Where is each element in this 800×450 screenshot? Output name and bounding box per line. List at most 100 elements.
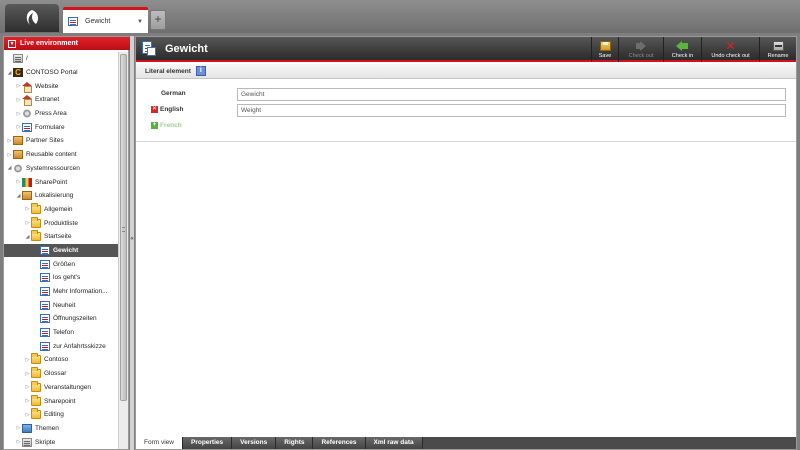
tree-item-label: Neuheit [53,301,76,309]
folder-icon [31,408,41,420]
expanded-toggle-icon[interactable]: ◢ [15,193,22,199]
doc-icon [40,245,50,255]
tree-item[interactable]: ▷ Skripte [4,435,118,449]
collapsed-toggle-icon[interactable]: ▷ [6,138,13,144]
tree-item-label: CONTOSO Portal [26,69,78,77]
tree-item[interactable]: ▷ Website [4,79,118,93]
expanded-toggle-icon[interactable]: ◢ [6,165,13,171]
tab-references[interactable]: References [313,437,366,449]
doc-icon [40,341,50,351]
tree-item[interactable]: Größen [4,257,118,271]
expanded-toggle-icon[interactable]: ◢ [6,70,13,76]
info-icon[interactable]: i [195,66,206,76]
tab-xml-raw-data[interactable]: Xml raw data [365,437,423,449]
document-tab-label: Gewicht [85,18,111,25]
tree-item[interactable]: ◢ C CONTOSO Portal [4,66,118,80]
scroll-thumb[interactable] [120,54,127,401]
tab-form-view[interactable]: Form view [136,437,183,449]
app-menu-button[interactable] [5,4,59,32]
panel-splitter[interactable]: « [130,36,134,450]
tree-item[interactable]: ▷ Formulare [4,120,118,134]
tree-item[interactable]: Öffnungszeiten [4,312,118,326]
collapsed-toggle-icon[interactable]: ▷ [15,111,22,117]
folder-icon [31,202,41,214]
tree-item[interactable]: ▷ Glossar [4,367,118,381]
english-field[interactable] [237,104,786,117]
tree-item[interactable]: ▷ Editing [4,408,118,422]
collapsed-toggle-icon[interactable]: ▷ [15,97,22,103]
undo-check-out-button[interactable]: ✕ Undo check out [701,37,759,62]
tree-item[interactable]: los geht's [4,271,118,285]
collapsed-toggle-icon[interactable]: ▷ [24,220,31,226]
field-label-french[interactable]: French [160,122,230,129]
collapsed-toggle-icon[interactable]: ▷ [24,398,31,404]
folder-icon [31,353,41,365]
tree-item[interactable]: ▷ Contoso [4,353,118,367]
document-icon [68,17,78,26]
tree-item[interactable]: ▷ Reusable content [4,148,118,162]
tree-item[interactable]: ▷ Sharepoint [4,394,118,408]
tree-item[interactable]: ▷ Themen [4,422,118,436]
tree-item[interactable]: ▷ Extranet [4,93,118,107]
rename-button[interactable]: Rename [759,37,796,62]
collapsed-toggle-icon[interactable]: ▷ [15,124,22,130]
collapsed-toggle-icon[interactable]: ▷ [15,83,22,89]
chevron-left-icon[interactable]: « [130,236,134,242]
brand-icon: C [13,68,23,78]
field-row-english: ✕ English [136,103,796,119]
tab-properties[interactable]: Properties [182,437,233,449]
tree-item-label: Contoso [44,356,69,364]
save-button[interactable]: Save [591,37,618,62]
tree-item-label: Produktliste [44,219,78,227]
tree-item[interactable]: Gewicht [4,243,118,258]
tree-item-label: los geht's [53,274,81,282]
collapsed-toggle-icon[interactable]: ▷ [24,384,31,390]
doc-icon [40,287,50,297]
tree-item-label: Themen [35,424,59,432]
tree-item[interactable]: ▷ Partner Sites [4,134,118,148]
add-icon[interactable]: + [151,122,158,129]
chevron-down-icon[interactable]: ▼ [137,19,143,25]
tree-item[interactable]: ◢ Startseite [4,230,118,244]
collapsed-toggle-icon[interactable]: ▷ [24,412,31,418]
collapsed-toggle-icon[interactable]: ▷ [6,152,13,158]
tree-item[interactable]: ◢ Lokalisierung [4,189,118,203]
tree-scrollbar[interactable] [118,52,128,449]
tree-item[interactable]: / [4,52,118,66]
german-field[interactable] [237,88,786,101]
tab-rights[interactable]: Rights [276,437,314,449]
collapsed-toggle-icon[interactable]: ▷ [24,371,31,377]
tree-item-label: Telefon [53,329,74,337]
collapsed-toggle-icon[interactable]: ▷ [24,206,31,212]
folder-icon [31,230,41,242]
check-out-button[interactable]: Check out [618,37,663,62]
doc-icon [40,259,50,269]
gear-icon [13,163,23,173]
collapsed-toggle-icon[interactable]: ▷ [15,439,22,445]
tree-item[interactable]: ◢ Systemressourcen [4,162,118,176]
view-tabs: Form view Properties Versions Rights Referen… [136,437,796,449]
tree-item[interactable]: Neuheit [4,298,118,312]
tree-item[interactable]: Mehr Information... [4,285,118,299]
tree-item[interactable]: ▷ SharePoint [4,175,118,189]
document-tab-gewicht[interactable]: Gewicht ▼ [63,7,148,33]
add-tab-button[interactable]: + [150,10,166,30]
check-in-button[interactable]: Check in [663,37,701,62]
expanded-toggle-icon[interactable]: ◢ [24,234,31,240]
tree-item[interactable]: ▷ Allgemein [4,202,118,217]
tree-item[interactable]: zur Anfahrtsskizze [4,339,118,353]
environment-selector[interactable]: ▼ Live environment [4,37,130,50]
error-icon: ✕ [151,106,158,113]
field-row-french[interactable]: + French [136,119,796,135]
collapsed-toggle-icon[interactable]: ▷ [15,425,22,431]
tree-item[interactable]: ▷ Produktliste [4,216,118,230]
tree-item[interactable]: ▷ Press Area [4,107,118,121]
tab-versions[interactable]: Versions [232,437,277,449]
collapsed-toggle-icon[interactable]: ▷ [24,357,31,363]
collapsed-toggle-icon[interactable]: ▷ [15,179,22,185]
chevron-down-icon[interactable]: ▼ [8,39,16,48]
tree-item[interactable]: Telefon [4,326,118,340]
tree-item[interactable]: ▷ Veranstaltungen [4,380,118,395]
server-icon [13,54,23,64]
editor-header: Gewicht Save Check out Check in ✕ Undo c… [136,37,796,62]
